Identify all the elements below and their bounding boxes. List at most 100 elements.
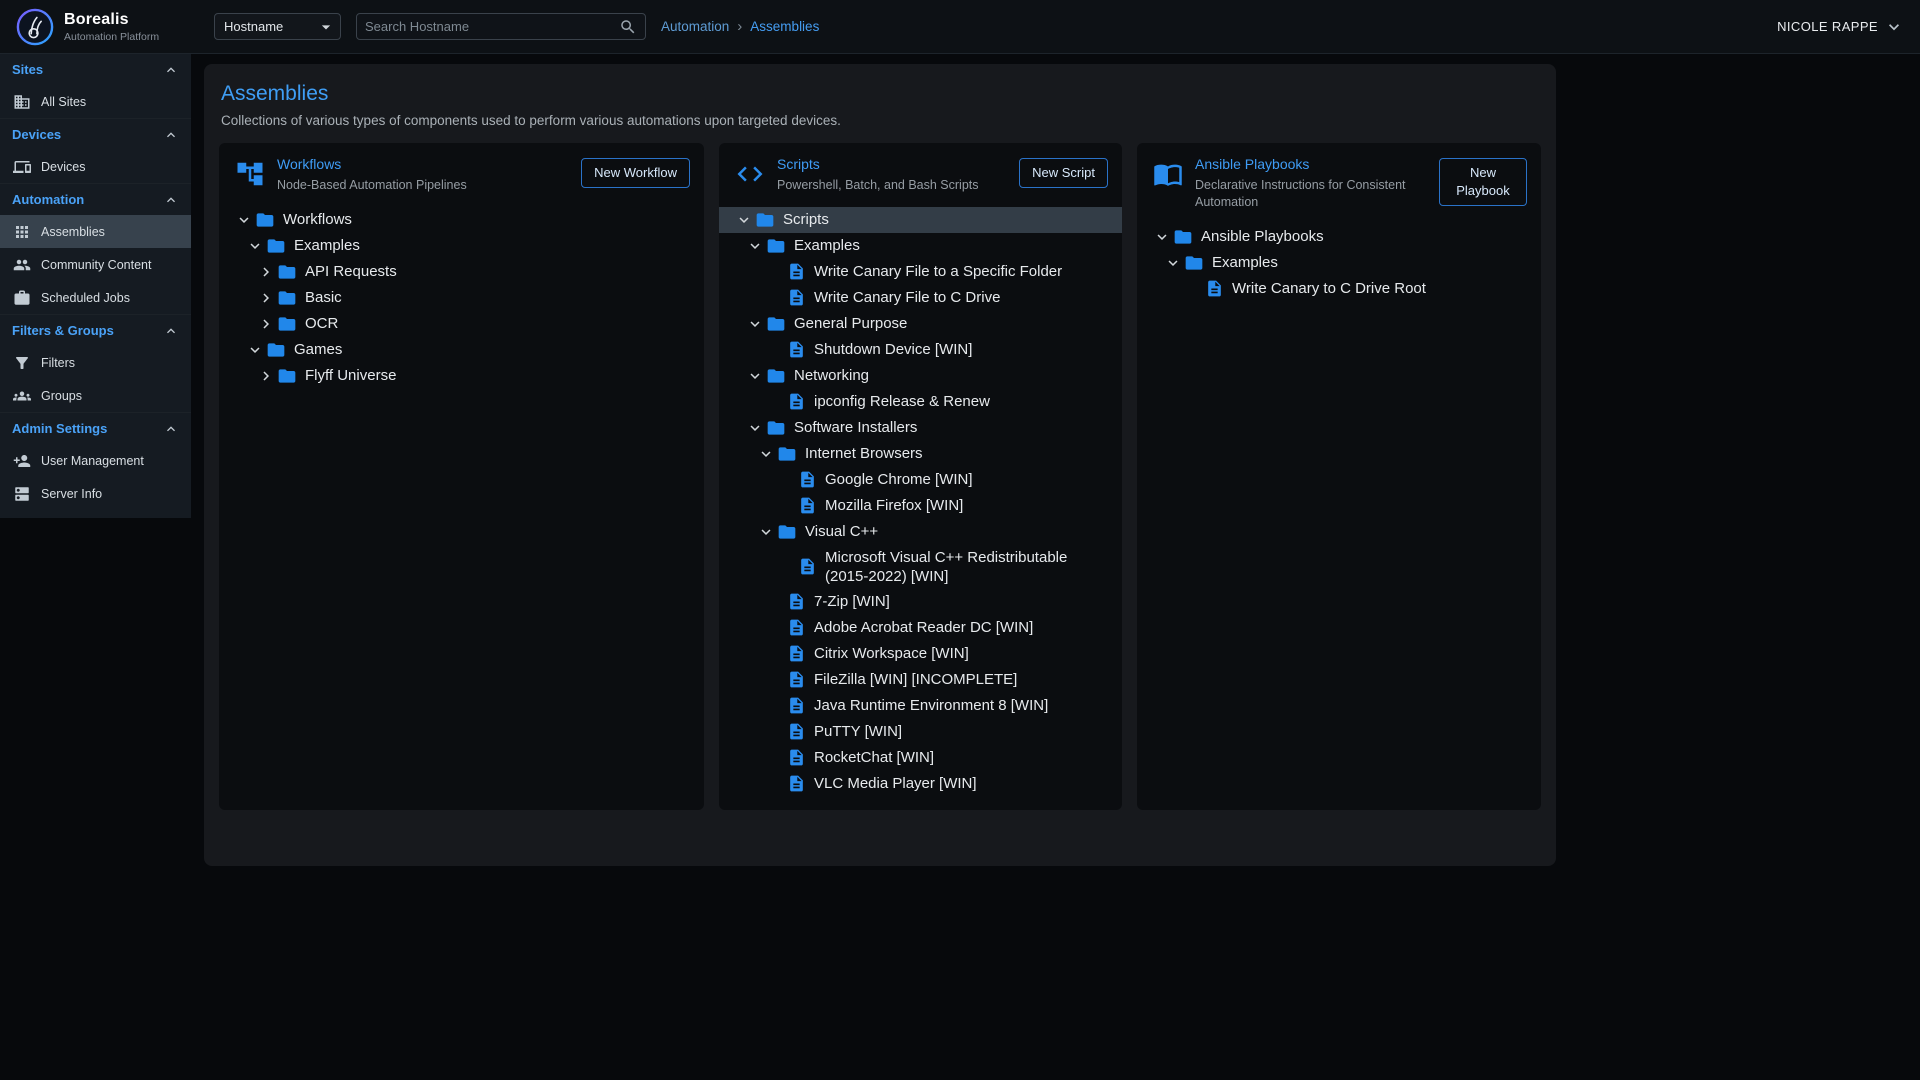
folder-icon bbox=[777, 444, 797, 464]
tree-item-ansible-playbooks[interactable]: Ansible Playbooks bbox=[1137, 224, 1541, 250]
tree: Ansible PlaybooksExamplesWrite Canary to… bbox=[1137, 224, 1541, 302]
new-playbook-button[interactable]: New Playbook bbox=[1439, 158, 1527, 206]
tree-item-rocketchat-win[interactable]: RocketChat [WIN] bbox=[719, 745, 1122, 771]
tree-item-scripts[interactable]: Scripts bbox=[719, 207, 1122, 233]
new-workflow-button[interactable]: New Workflow bbox=[581, 158, 690, 188]
tree-item-flyff-universe[interactable]: Flyff Universe bbox=[219, 363, 704, 389]
tree-item-software-installers[interactable]: Software Installers bbox=[719, 415, 1122, 441]
file-icon bbox=[787, 696, 806, 715]
tree-item-write-canary-file-to-a-specific-folder[interactable]: Write Canary File to a Specific Folder bbox=[719, 259, 1122, 285]
sidebar-item-scheduled-jobs[interactable]: Scheduled Jobs bbox=[0, 281, 191, 314]
panel-header: Ansible PlaybooksDeclarative Instruction… bbox=[1137, 156, 1541, 211]
tree-item-label: Flyff Universe bbox=[305, 363, 396, 388]
tree-item-7-zip-win[interactable]: 7-Zip [WIN] bbox=[719, 589, 1122, 615]
sidebar-section-automation[interactable]: Automation bbox=[0, 184, 191, 215]
sidebar-section-sites[interactable]: Sites bbox=[0, 54, 191, 85]
tree-item-java-runtime-environment-8-win[interactable]: Java Runtime Environment 8 [WIN] bbox=[719, 693, 1122, 719]
panel-header: WorkflowsNode-Based Automation Pipelines… bbox=[219, 156, 704, 194]
sidebar-item-label: Devices bbox=[41, 160, 85, 174]
tree-item-mozilla-firefox-win[interactable]: Mozilla Firefox [WIN] bbox=[719, 493, 1122, 519]
caret-down-icon bbox=[316, 17, 336, 37]
sidebar-section-filters-groups[interactable]: Filters & Groups bbox=[0, 315, 191, 346]
search-hostname-input[interactable] bbox=[365, 19, 619, 34]
tree-item-general-purpose[interactable]: General Purpose bbox=[719, 311, 1122, 337]
tree-item-citrix-workspace-win[interactable]: Citrix Workspace [WIN] bbox=[719, 641, 1122, 667]
sidebar-item-assemblies[interactable]: Assemblies bbox=[0, 215, 191, 248]
file-icon bbox=[787, 392, 806, 411]
file-icon bbox=[787, 340, 806, 359]
sidebar-section: AutomationAssemblies Community Content Sch… bbox=[0, 183, 191, 314]
tree-item-google-chrome-win[interactable]: Google Chrome [WIN] bbox=[719, 467, 1122, 493]
tree-item-basic[interactable]: Basic bbox=[219, 285, 704, 311]
tree-item-label: Examples bbox=[794, 233, 860, 258]
file-icon bbox=[787, 748, 806, 767]
hostname-search bbox=[356, 13, 646, 40]
tree-item-visual-c[interactable]: Visual C++ bbox=[719, 519, 1122, 545]
file-icon bbox=[787, 288, 806, 307]
brand: Borealis Automation Platform bbox=[16, 8, 192, 46]
user-menu[interactable]: NICOLE RAPPE bbox=[1777, 17, 1904, 37]
sidebar-item-label: Community Content bbox=[41, 258, 151, 272]
sidebar-item-all-sites[interactable]: All Sites bbox=[0, 85, 191, 118]
sidebar-item-community-content[interactable]: Community Content bbox=[0, 248, 191, 281]
borealis-logo-icon bbox=[16, 8, 54, 46]
tree-item-label: VLC Media Player [WIN] bbox=[814, 771, 977, 796]
tree-item-label: Write Canary File to a Specific Folder bbox=[814, 259, 1062, 284]
tree-item-label: RocketChat [WIN] bbox=[814, 745, 934, 770]
panel-header: ScriptsPowershell, Batch, and Bash Scrip… bbox=[719, 156, 1122, 194]
file-icon bbox=[787, 618, 806, 637]
tree-item-examples[interactable]: Examples bbox=[1137, 250, 1541, 276]
sidebar-item-user-management[interactable]: User Management bbox=[0, 444, 191, 477]
panel-title[interactable]: Scripts bbox=[777, 156, 1007, 172]
sidebar-item-server-info[interactable]: Server Info bbox=[0, 477, 191, 510]
new-script-button[interactable]: New Script bbox=[1019, 158, 1108, 188]
panel-title[interactable]: Workflows bbox=[277, 156, 569, 172]
sidebar-section-devices[interactable]: Devices bbox=[0, 119, 191, 150]
tree-item-api-requests[interactable]: API Requests bbox=[219, 259, 704, 285]
chevron-down-icon bbox=[746, 315, 766, 333]
tree-item-shutdown-device-win[interactable]: Shutdown Device [WIN] bbox=[719, 337, 1122, 363]
sidebar-section-admin-settings[interactable]: Admin Settings bbox=[0, 413, 191, 444]
sidebar-section: Filters & GroupsFiltersGroups bbox=[0, 314, 191, 412]
tree-item-ocr[interactable]: OCR bbox=[219, 311, 704, 337]
breadcrumb-assemblies[interactable]: Assemblies bbox=[750, 19, 819, 34]
sidebar-item-filters[interactable]: Filters bbox=[0, 346, 191, 379]
tree-item-internet-browsers[interactable]: Internet Browsers bbox=[719, 441, 1122, 467]
chevron-down-icon bbox=[746, 367, 766, 385]
tree-item-write-canary-file-to-c-drive[interactable]: Write Canary File to C Drive bbox=[719, 285, 1122, 311]
tree-item-examples[interactable]: Examples bbox=[219, 233, 704, 259]
chevron-down-icon bbox=[746, 419, 766, 437]
chevron-down-icon bbox=[1164, 254, 1184, 272]
tree-item-games[interactable]: Games bbox=[219, 337, 704, 363]
tree-item-microsoft-visual-c-redistributable-2015-2022-win[interactable]: Microsoft Visual C++ Redistributable (20… bbox=[719, 545, 1122, 589]
tree-item-write-canary-to-c-drive-root[interactable]: Write Canary to C Drive Root bbox=[1137, 276, 1541, 302]
tree-item-label: Examples bbox=[1212, 250, 1278, 275]
tree-item-putty-win[interactable]: PuTTY [WIN] bbox=[719, 719, 1122, 745]
chevron-right-icon bbox=[257, 367, 277, 385]
folder-icon bbox=[1184, 253, 1204, 273]
hostname-select[interactable]: Hostname bbox=[214, 13, 341, 40]
tree-item-filezilla-win-incomplete[interactable]: FileZilla [WIN] [INCOMPLETE] bbox=[719, 667, 1122, 693]
tree-item-examples[interactable]: Examples bbox=[719, 233, 1122, 259]
folder-icon bbox=[777, 522, 797, 542]
sidebar-item-groups[interactable]: Groups bbox=[0, 379, 191, 412]
workflow-icon bbox=[235, 159, 265, 189]
chevron-right-icon bbox=[257, 289, 277, 307]
folder-icon bbox=[266, 236, 286, 256]
tree-item-workflows[interactable]: Workflows bbox=[219, 207, 704, 233]
chevron-up-icon bbox=[163, 127, 179, 143]
tree-item-vlc-media-player-win[interactable]: VLC Media Player [WIN] bbox=[719, 771, 1122, 797]
chevron-up-icon bbox=[163, 62, 179, 78]
scripts-panel: ScriptsPowershell, Batch, and Bash Scrip… bbox=[719, 143, 1122, 810]
tree-item-ipconfig-release-renew[interactable]: ipconfig Release & Renew bbox=[719, 389, 1122, 415]
page-description: Collections of various types of componen… bbox=[221, 113, 1541, 128]
tree-item-adobe-acrobat-reader-dc-win[interactable]: Adobe Acrobat Reader DC [WIN] bbox=[719, 615, 1122, 641]
file-icon bbox=[787, 670, 806, 689]
chevron-down-icon bbox=[246, 237, 266, 255]
breadcrumb-automation[interactable]: Automation bbox=[661, 19, 729, 34]
tree: WorkflowsExamplesAPI RequestsBasicOCRGam… bbox=[219, 207, 704, 389]
tree-item-networking[interactable]: Networking bbox=[719, 363, 1122, 389]
sidebar-item-devices[interactable]: Devices bbox=[0, 150, 191, 183]
sidebar-item-label: User Management bbox=[41, 454, 144, 468]
panel-title[interactable]: Ansible Playbooks bbox=[1195, 156, 1427, 172]
